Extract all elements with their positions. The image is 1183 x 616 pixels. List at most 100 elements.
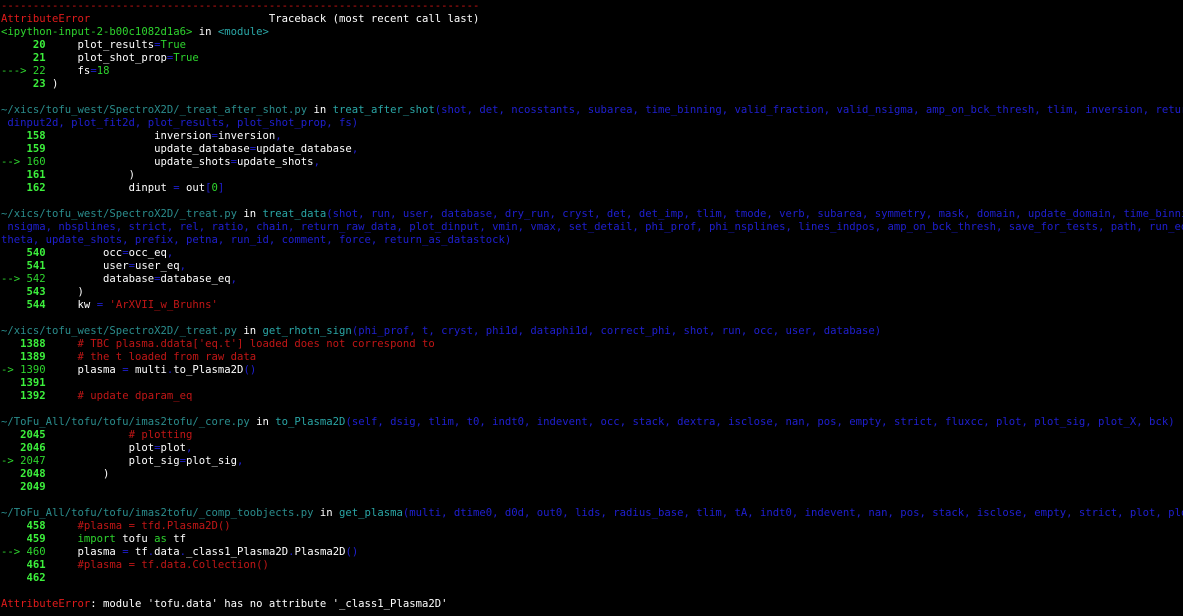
text-segment: user_eq [134, 260, 180, 272]
text-segment: , [275, 130, 282, 142]
text-segment: inversion [52, 130, 212, 142]
traceback-line: 1392 # update dparam_eq [1, 390, 1183, 403]
text-segment: in [237, 208, 263, 220]
text-segment: to_Plasma2D [173, 364, 244, 376]
text-segment: ~/xics/tofu_west/SpectroX2D/_treat_after… [1, 104, 308, 116]
text-segment: update_shots [52, 156, 231, 168]
traceback-line: 159 update_database=update_database, [1, 143, 1183, 156]
text-segment: ) [52, 286, 84, 298]
traceback-line: --> 160 update_shots=update_shots, [1, 156, 1183, 169]
traceback-line [1, 195, 1183, 208]
traceback-line: --> 460 plasma = tf.data._class1_Plasma2… [1, 546, 1183, 559]
traceback-line [1, 585, 1183, 598]
text-segment: ---> 22 [1, 65, 53, 77]
text-segment: (shot, run, user, database, dry_run, cry… [326, 208, 1183, 220]
text-segment: 159 [1, 143, 53, 155]
traceback-line: 543 ) [1, 286, 1183, 299]
text-segment: , [179, 260, 187, 272]
text-segment: plasma [52, 546, 123, 558]
text-segment: data [154, 546, 180, 558]
traceback-line: ~/xics/tofu_west/SpectroX2D/_treat.py in… [1, 208, 1183, 221]
traceback-line: 461 #plasma = tf.data.Collection() [1, 559, 1183, 572]
text-segment: 23 [1, 78, 53, 90]
text-segment: --> 542 [1, 273, 53, 285]
text-segment: #plasma = tf.data.Collection() [52, 559, 269, 571]
text-segment: True [160, 39, 186, 51]
text-segment: <module> [217, 26, 269, 38]
text-segment: 2045 [1, 429, 53, 441]
text-segment: 21 [1, 52, 53, 64]
traceback-line: ----------------------------------------… [1, 0, 1183, 13]
text-segment: -> 2047 [1, 455, 53, 467]
text-segment: # update dparam_eq [52, 390, 193, 402]
text-segment: 161 [1, 169, 53, 181]
text-segment: -> 1390 [1, 364, 53, 376]
text-segment: dinput2d, plot_fit2d, plot_results, plot… [1, 117, 359, 129]
text-segment: 541 [1, 260, 53, 272]
text-segment: 'ArXVII_w_Bruhns' [103, 299, 218, 311]
text-segment: 2048 [1, 468, 53, 480]
traceback-line: 462 [1, 572, 1183, 585]
traceback-line: AttributeError: module 'tofu.data' has n… [1, 598, 1183, 611]
text-segment: ) [52, 468, 110, 480]
text-segment: , [313, 156, 320, 168]
traceback-line: 458 #plasma = tfd.Plasma2D() [1, 520, 1183, 533]
terminal-output: ----------------------------------------… [0, 0, 1183, 616]
traceback-line: -> 2047 plot_sig=plot_sig, [1, 455, 1183, 468]
text-segment: 2049 [1, 481, 53, 493]
text-segment: update_shots [237, 156, 314, 168]
text-segment: tofu [115, 533, 155, 545]
text-segment: occ [52, 247, 123, 259]
traceback-line: 2045 # plotting [1, 429, 1183, 442]
traceback-line: 2048 ) [1, 468, 1183, 481]
text-segment: 1389 [1, 351, 53, 363]
text-segment: , [166, 247, 174, 259]
text-segment: in [192, 26, 218, 38]
text-segment: 458 [1, 520, 53, 532]
traceback-line: ~/ToFu_All/tofu/tofu/imas2tofu/_core.py … [1, 416, 1183, 429]
text-segment: to_Plasma2D [275, 416, 346, 428]
text-segment: # TBC plasma.ddata['eq.t'] loaded does n… [52, 338, 435, 350]
text-segment: update_database [52, 143, 250, 155]
text-segment: _class1_Plasma2D [186, 546, 289, 558]
text-segment: , [230, 273, 238, 285]
traceback-line: theta, update_shots, prefix, petna, run_… [1, 234, 1183, 247]
traceback-line: nsigma, nbsplines, strict, rel, ratio, c… [1, 221, 1183, 234]
text-segment: out [179, 182, 206, 194]
traceback-line: 541 user=user_eq, [1, 260, 1183, 273]
traceback-line: 158 inversion=inversion, [1, 130, 1183, 143]
text-segment: 1391 [1, 377, 53, 389]
traceback-line: 21 plot_shot_prop=True [1, 52, 1183, 65]
text-segment: kw [52, 299, 97, 311]
text-segment: inversion [217, 130, 276, 142]
text-segment: : module 'tofu.data' has no attribute '_… [90, 598, 448, 610]
traceback-line: ~/xics/tofu_west/SpectroX2D/_treat.py in… [1, 325, 1183, 338]
text-segment: 2046 [1, 442, 53, 454]
text-segment: plot [52, 442, 155, 454]
traceback-line: 1391 [1, 377, 1183, 390]
text-segment: 158 [1, 130, 53, 142]
traceback-line: 2049 [1, 481, 1183, 494]
text-segment: nsigma, nbsplines, strict, rel, ratio, c… [1, 221, 1183, 233]
text-segment: Plasma2D [294, 546, 346, 558]
text-segment: --> 160 [1, 156, 53, 168]
text-segment: fs [52, 65, 91, 77]
text-segment: plasma [52, 364, 123, 376]
text-segment: AttributeError [1, 598, 91, 610]
text-segment: tf [166, 533, 186, 545]
text-segment: 461 [1, 559, 53, 571]
traceback-line: ~/xics/tofu_west/SpectroX2D/_treat_after… [1, 104, 1183, 117]
text-segment: True [173, 52, 199, 64]
text-segment: plot_shot_prop [52, 52, 167, 64]
text-segment: database [52, 273, 155, 285]
text-segment: treat_data [262, 208, 327, 220]
text-segment: multi [128, 364, 167, 376]
text-segment: () [243, 364, 257, 376]
text-segment: 543 [1, 286, 53, 298]
text-segment: database_eq [160, 273, 231, 285]
text-segment: , [237, 455, 244, 467]
text-segment: (multi, dtime0, d0d, out0, lids, radius_… [402, 507, 1183, 519]
text-segment: get_rhotn_sign [262, 325, 352, 337]
text-segment: ~/xics/tofu_west/SpectroX2D/_treat.py [1, 208, 237, 220]
text-segment: ~/xics/tofu_west/SpectroX2D/_treat.py [1, 325, 237, 337]
